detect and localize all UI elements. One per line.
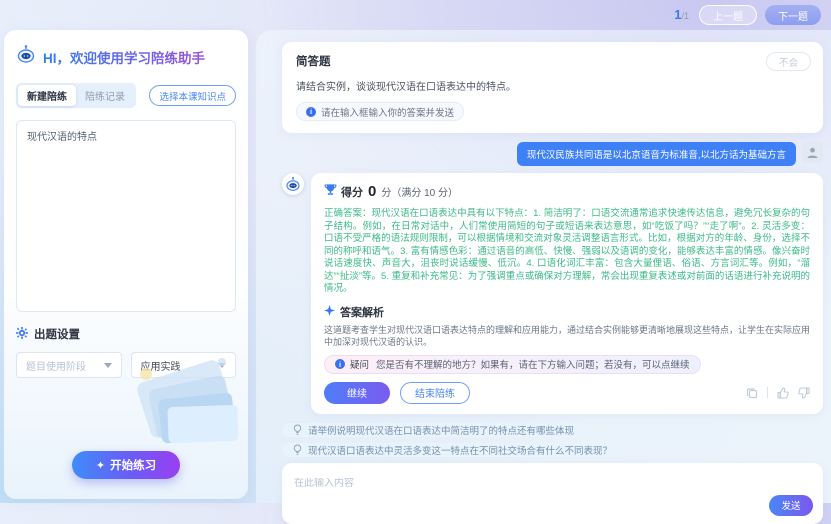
- analysis-text: 这道题考查学生对现代汉语口语表达特点的理解和应用能力，通过结合实例能够更清晰地展…: [324, 324, 810, 348]
- books-illustration: [90, 322, 240, 457]
- composer: 发送: [282, 463, 823, 524]
- response-actions-row: 继续 结束陪练: [324, 382, 810, 404]
- thumbs-down-icon[interactable]: [798, 387, 810, 399]
- suggested-question-text: 现代汉语口语表达中灵活多变这一特点在不同社交场合有什么不同表现？: [308, 443, 612, 457]
- followup-hint-text: 您是否有不理解的地方？如果有，请在下方输入问题；若没有，可以点继续: [376, 357, 690, 371]
- copy-icon[interactable]: [746, 387, 758, 399]
- followup-hint-pill: i 疑问 您是否有不理解的地方？如果有，请在下方输入问题；若没有，可以点继续: [324, 355, 701, 374]
- suggested-question-2[interactable]: 现代汉语口语表达中灵活多变这一特点在不同社交场合有什么不同表现？: [282, 443, 623, 457]
- tab-new-practice[interactable]: 新建陪练: [18, 85, 76, 106]
- sidebar-header: HI，欢迎使用学习陪练助手: [16, 44, 236, 69]
- prev-question-button[interactable]: 上一题: [699, 5, 757, 25]
- answer-hint-pill: i 请在输入框输入你的答案并发送: [296, 102, 464, 121]
- feedback-icons: [746, 387, 810, 399]
- question-settings-label: 出题设置: [34, 326, 80, 342]
- chat-panel: 简答题 不会 请结合实例，谈谈现代汉语在口语表达中的特点。 i 请在输入框输入你…: [256, 30, 831, 503]
- info-icon: i: [306, 107, 316, 117]
- user-message-bubble: 现代汉民族共同语是以北京语音为标准音,以北方话为基础方言: [517, 142, 796, 166]
- stage-select-placeholder: 题目使用阶段: [26, 358, 86, 373]
- score-label: 得分: [341, 184, 363, 200]
- person-icon: [806, 146, 819, 159]
- page-total: 1: [684, 11, 689, 21]
- start-practice-button[interactable]: ✦ 开始练习: [72, 451, 180, 479]
- answer-hint-text: 请在输入框输入你的答案并发送: [321, 105, 454, 119]
- page-count: 1/1: [674, 6, 689, 24]
- diamond-sparkle-icon: [324, 305, 335, 319]
- suggested-question-text: 请举例说明现代汉语在口语表达中简洁明了的特点还有哪些体现: [308, 423, 574, 437]
- assistant-robot-icon: [285, 176, 301, 192]
- suggested-question-1[interactable]: 请举例说明现代汉语在口语表达中简洁明了的特点还有哪些体现: [282, 423, 585, 437]
- sidebar-tabs-row: 新建陪练 陪练记录 选择本课知识点: [16, 83, 236, 108]
- tab-practice-history[interactable]: 陪练记录: [76, 85, 134, 106]
- sidebar: HI，欢迎使用学习陪练助手 新建陪练 陪练记录 选择本课知识点 现代汉语的特点: [4, 30, 248, 499]
- end-practice-button[interactable]: 结束陪练: [400, 382, 470, 404]
- ai-response-card: 得分 0 分（满分 10 分） 正确答案：现代汉语在口语表达中具有以下特点：1.…: [311, 173, 823, 414]
- start-practice-label: 开始练习: [110, 457, 156, 473]
- send-button[interactable]: 发送: [769, 495, 813, 516]
- message-input[interactable]: [294, 478, 811, 489]
- trophy-icon: [324, 183, 337, 201]
- dont-know-button[interactable]: 不会: [766, 52, 811, 71]
- lightbulb-icon: [293, 444, 302, 456]
- ai-response-row: 得分 0 分（满分 10 分） 正确答案：现代汉语在口语表达中具有以下特点：1.…: [282, 173, 823, 414]
- thumbs-up-icon[interactable]: [777, 387, 789, 399]
- ai-avatar: [282, 173, 304, 195]
- practice-tabs: 新建陪练 陪练记录: [16, 83, 136, 108]
- analysis-header: 答案解析: [324, 304, 810, 320]
- next-question-button[interactable]: 下一题: [765, 5, 821, 25]
- sidebar-spacer: [16, 378, 236, 451]
- divider: [767, 387, 768, 398]
- topic-textarea[interactable]: 现代汉语的特点: [16, 120, 236, 312]
- gear-icon: [16, 327, 28, 342]
- select-knowledge-button[interactable]: 选择本课知识点: [149, 85, 236, 106]
- user-message-row: 现代汉民族共同语是以北京语音为标准音,以北方话为基础方言: [282, 142, 823, 166]
- question-text: 请结合实例，谈谈现代汉语在口语表达中的特点。: [296, 78, 809, 93]
- sparkle-icon: ✦: [96, 459, 105, 472]
- correct-answer-text: 正确答案：现代汉语在口语表达中具有以下特点：1. 简洁明了：口语交流通常追求快速…: [324, 208, 810, 296]
- score-value: 0: [368, 183, 376, 200]
- question-card: 简答题 不会 请结合实例，谈谈现代汉语在口语表达中的特点。 i 请在输入框输入你…: [282, 42, 823, 133]
- followup-label: 疑问: [350, 357, 369, 371]
- user-avatar: [802, 142, 823, 163]
- analysis-title: 答案解析: [340, 304, 384, 320]
- info-icon: i: [335, 359, 345, 369]
- lightbulb-icon: [293, 424, 302, 436]
- assistant-robot-icon: [16, 44, 36, 69]
- sidebar-title: HI，欢迎使用学习陪练助手: [43, 47, 205, 67]
- score-row: 得分 0 分（满分 10 分）: [324, 183, 810, 201]
- score-max: 分（满分 10 分）: [381, 184, 458, 199]
- continue-button[interactable]: 继续: [324, 382, 390, 404]
- question-type-label: 简答题: [296, 53, 809, 69]
- pagination-bar: 1/1 上一题 下一题: [674, 4, 821, 26]
